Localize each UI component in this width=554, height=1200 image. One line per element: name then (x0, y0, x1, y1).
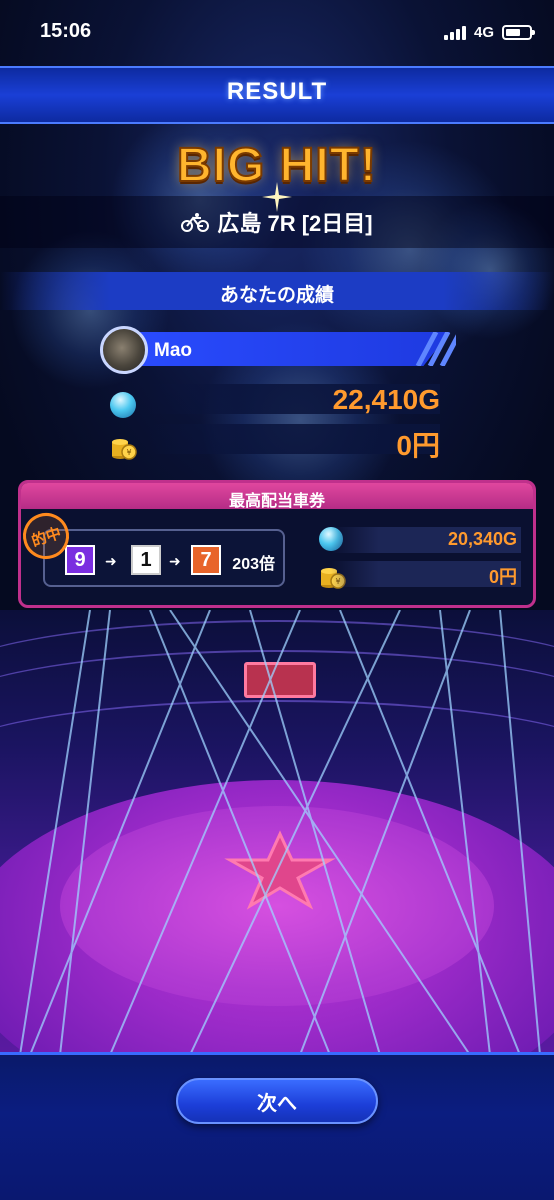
score-section-title: あなたの成績 (219, 285, 334, 306)
odds: 203倍 (232, 556, 275, 573)
bike-number-3: 7 (191, 545, 221, 575)
status-bar: 15:06 4G (0, 0, 554, 60)
network-type: 4G (473, 24, 494, 41)
laser-beams (19, 610, 541, 1055)
ticket-panel-title: 最高配当車券 (228, 493, 325, 510)
page-title: RESULT (226, 78, 328, 105)
footer-panel (0, 1052, 554, 1200)
ticket-gold-value: 20,340G (447, 529, 517, 549)
bicycle-icon (181, 213, 210, 232)
coin-icon: ¥ (112, 439, 137, 460)
next-button-label: 次へ (257, 1092, 297, 1115)
score-section-header: あなたの成績 (0, 272, 554, 310)
battery-icon (502, 25, 535, 40)
status-time: 15:06 (40, 20, 92, 42)
gold-value: 22,410G (332, 384, 440, 415)
ticket-panel-header: 最高配当車券 (21, 483, 533, 510)
next-button[interactable]: 次へ (176, 1078, 378, 1124)
yen-value: 0円 (396, 430, 440, 461)
stripe-decoration (415, 332, 456, 366)
svg-text:¥: ¥ (126, 448, 131, 457)
status-indicators: 4G (443, 24, 535, 41)
arrow-icon: ➜ (169, 553, 181, 569)
yen-value-row: 0円 (148, 424, 440, 461)
firework (10, 230, 170, 390)
bike-number-1: 9 (65, 545, 95, 575)
orb-icon (110, 392, 136, 418)
ticket-yen-row: 0円 (331, 561, 521, 587)
arrow-icon: ➜ (105, 553, 117, 569)
stage-background (0, 610, 554, 1055)
race-label: 広島 7R [2日目] (217, 211, 373, 236)
ticket-yen-value: 0円 (488, 567, 517, 587)
player-name: Mao (154, 340, 192, 361)
signal-icon (443, 25, 466, 40)
bike-number-2: 1 (131, 545, 161, 575)
ticket-combination: 9 ➜ 1 ➜ 7 203倍 (43, 529, 285, 587)
gold-value-row: 22,410G (148, 384, 440, 415)
avatar (100, 326, 148, 374)
result-header: RESULT (0, 66, 554, 124)
ticket-gold-row: 20,340G (331, 527, 521, 553)
top-payout-ticket-panel: 最高配当車券 9 ➜ 1 ➜ 7 203倍 的中 20,340G ¥ 0円 (18, 480, 536, 608)
race-info: 広島 7R [2日目] (0, 206, 554, 238)
